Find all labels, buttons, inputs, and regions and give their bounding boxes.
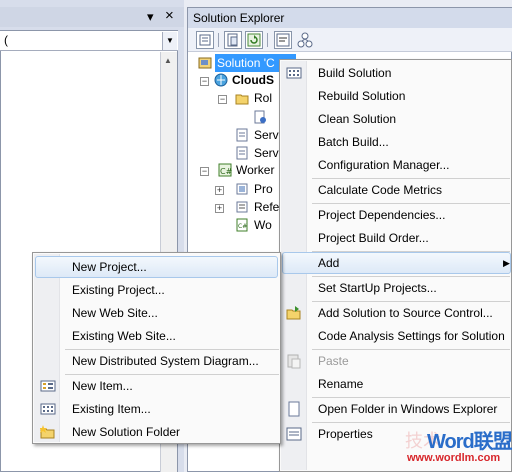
menu-item-clean-solution[interactable]: Clean Solution bbox=[318, 108, 396, 130]
view-code-button[interactable] bbox=[274, 31, 292, 49]
new-folder-icon bbox=[40, 425, 55, 439]
show-all-files-icon bbox=[227, 33, 238, 47]
references-icon bbox=[236, 201, 248, 213]
class-diagram-icon bbox=[297, 32, 313, 48]
csharp-file-icon: C# bbox=[236, 218, 248, 232]
source-control-icon bbox=[286, 306, 301, 320]
menu-item-set-startup-projects[interactable]: Set StartUp Projects... bbox=[318, 277, 437, 299]
menu-item-rebuild-solution[interactable]: Rebuild Solution bbox=[318, 85, 405, 107]
properties-icon bbox=[286, 427, 302, 441]
toolbar-separator bbox=[218, 33, 219, 47]
build-icon bbox=[286, 67, 302, 79]
menu-item-existing-web-site[interactable]: Existing Web Site... bbox=[72, 325, 176, 347]
scroll-up-icon[interactable]: ▲ bbox=[164, 56, 172, 65]
view-code-icon bbox=[276, 33, 290, 47]
watermark-url: www.wordlm.com bbox=[407, 452, 501, 464]
submenu-arrow-icon: ▶ bbox=[503, 258, 510, 268]
paste-icon bbox=[287, 354, 301, 369]
tree-properties-node[interactable]: Pro bbox=[254, 180, 273, 198]
left-combo-text: ( bbox=[4, 33, 8, 47]
cloud-project-icon bbox=[214, 73, 228, 87]
menu-item-project-dependencies[interactable]: Project Dependencies... bbox=[318, 204, 445, 226]
menu-item-new-project[interactable]: New Project... bbox=[72, 256, 147, 278]
menu-item-project-build-order[interactable]: Project Build Order... bbox=[318, 227, 429, 249]
csharp-project-icon: C# bbox=[218, 163, 232, 177]
expand-toggle[interactable]: + bbox=[215, 186, 224, 195]
menu-item-batch-build[interactable]: Batch Build... bbox=[318, 131, 389, 153]
menu-item-existing-project[interactable]: Existing Project... bbox=[72, 279, 165, 301]
menu-item-rename[interactable]: Rename bbox=[318, 373, 363, 395]
solution-explorer-toolbar bbox=[188, 28, 512, 52]
solution-explorer-title: Solution Explorer bbox=[188, 8, 512, 28]
menu-item-configuration-manager[interactable]: Configuration Manager... bbox=[318, 154, 449, 176]
menu-item-new-distributed-system-diagram[interactable]: New Distributed System Diagram... bbox=[72, 350, 259, 372]
left-pane-titlebar: ▾ × bbox=[0, 7, 184, 27]
config-file-icon bbox=[236, 128, 248, 142]
combo-dropdown-button[interactable]: ▼ bbox=[162, 32, 177, 50]
properties-icon bbox=[199, 34, 211, 46]
tree-project-node[interactable]: CloudS bbox=[232, 71, 274, 89]
svg-text:C#: C# bbox=[220, 167, 232, 176]
menu-item-new-item[interactable]: New Item... bbox=[72, 375, 133, 397]
left-pane-combo[interactable]: ( bbox=[0, 31, 178, 51]
expand-toggle[interactable]: + bbox=[215, 204, 224, 213]
toolbar-separator bbox=[267, 33, 268, 47]
tree-serv-node[interactable]: Serv bbox=[254, 144, 279, 162]
role-icon bbox=[254, 110, 266, 124]
watermark: 技术 Word联盟 www.wordlm.com bbox=[405, 425, 512, 472]
document-icon bbox=[288, 401, 300, 417]
menu-item-properties[interactable]: Properties bbox=[318, 423, 373, 445]
menu-item-add[interactable]: Add bbox=[318, 252, 339, 274]
menu-item-calculate-code-metrics[interactable]: Calculate Code Metrics bbox=[318, 179, 442, 201]
menu-item-new-web-site[interactable]: New Web Site... bbox=[72, 302, 158, 324]
menu-item-open-folder[interactable]: Open Folder in Windows Explorer bbox=[318, 398, 497, 420]
menu-item-code-analysis-settings[interactable]: Code Analysis Settings for Solution bbox=[318, 325, 505, 347]
tree-serv-node[interactable]: Serv bbox=[254, 126, 279, 144]
collapse-toggle[interactable]: − bbox=[218, 95, 227, 104]
collapse-toggle[interactable]: − bbox=[200, 77, 209, 86]
tree-references-node[interactable]: Refe bbox=[254, 198, 279, 216]
class-diagram-button[interactable] bbox=[296, 31, 314, 49]
close-icon[interactable]: × bbox=[165, 8, 174, 23]
solution-icon bbox=[198, 57, 212, 69]
solution-context-menu: Build Solution Rebuild Solution Clean So… bbox=[279, 59, 512, 472]
add-submenu: New Project... Existing Project... New W… bbox=[32, 252, 281, 444]
new-item-icon bbox=[40, 380, 56, 392]
collapse-toggle[interactable]: − bbox=[200, 167, 209, 176]
chevron-down-icon: ▼ bbox=[166, 36, 174, 45]
menu-item-add-to-source-control[interactable]: Add Solution to Source Control... bbox=[318, 302, 493, 324]
tree-worker-node[interactable]: Worker bbox=[236, 161, 274, 179]
menu-item-build-solution[interactable]: Build Solution bbox=[318, 62, 391, 84]
show-all-files-button[interactable] bbox=[224, 31, 242, 49]
menu-item-existing-item[interactable]: Existing Item... bbox=[72, 398, 151, 420]
watermark-brand: Word联盟 bbox=[427, 431, 512, 453]
tree-file-node[interactable]: Wo bbox=[254, 216, 272, 234]
folder-icon bbox=[235, 94, 249, 105]
menu-item-highlight bbox=[282, 252, 511, 274]
properties-toolbar-button[interactable] bbox=[196, 31, 214, 49]
tree-roles-node[interactable]: Rol bbox=[254, 89, 272, 107]
pin-dropdown-icon[interactable]: ▾ bbox=[147, 10, 154, 24]
refresh-button[interactable] bbox=[245, 31, 263, 49]
existing-item-icon bbox=[40, 403, 56, 415]
config-file-icon bbox=[236, 146, 248, 160]
menu-item-new-solution-folder[interactable]: New Solution Folder bbox=[72, 421, 180, 443]
properties-folder-icon bbox=[236, 183, 248, 195]
svg-text:C#: C# bbox=[238, 223, 247, 230]
refresh-icon bbox=[247, 33, 261, 47]
menu-item-paste: Paste bbox=[318, 354, 349, 368]
